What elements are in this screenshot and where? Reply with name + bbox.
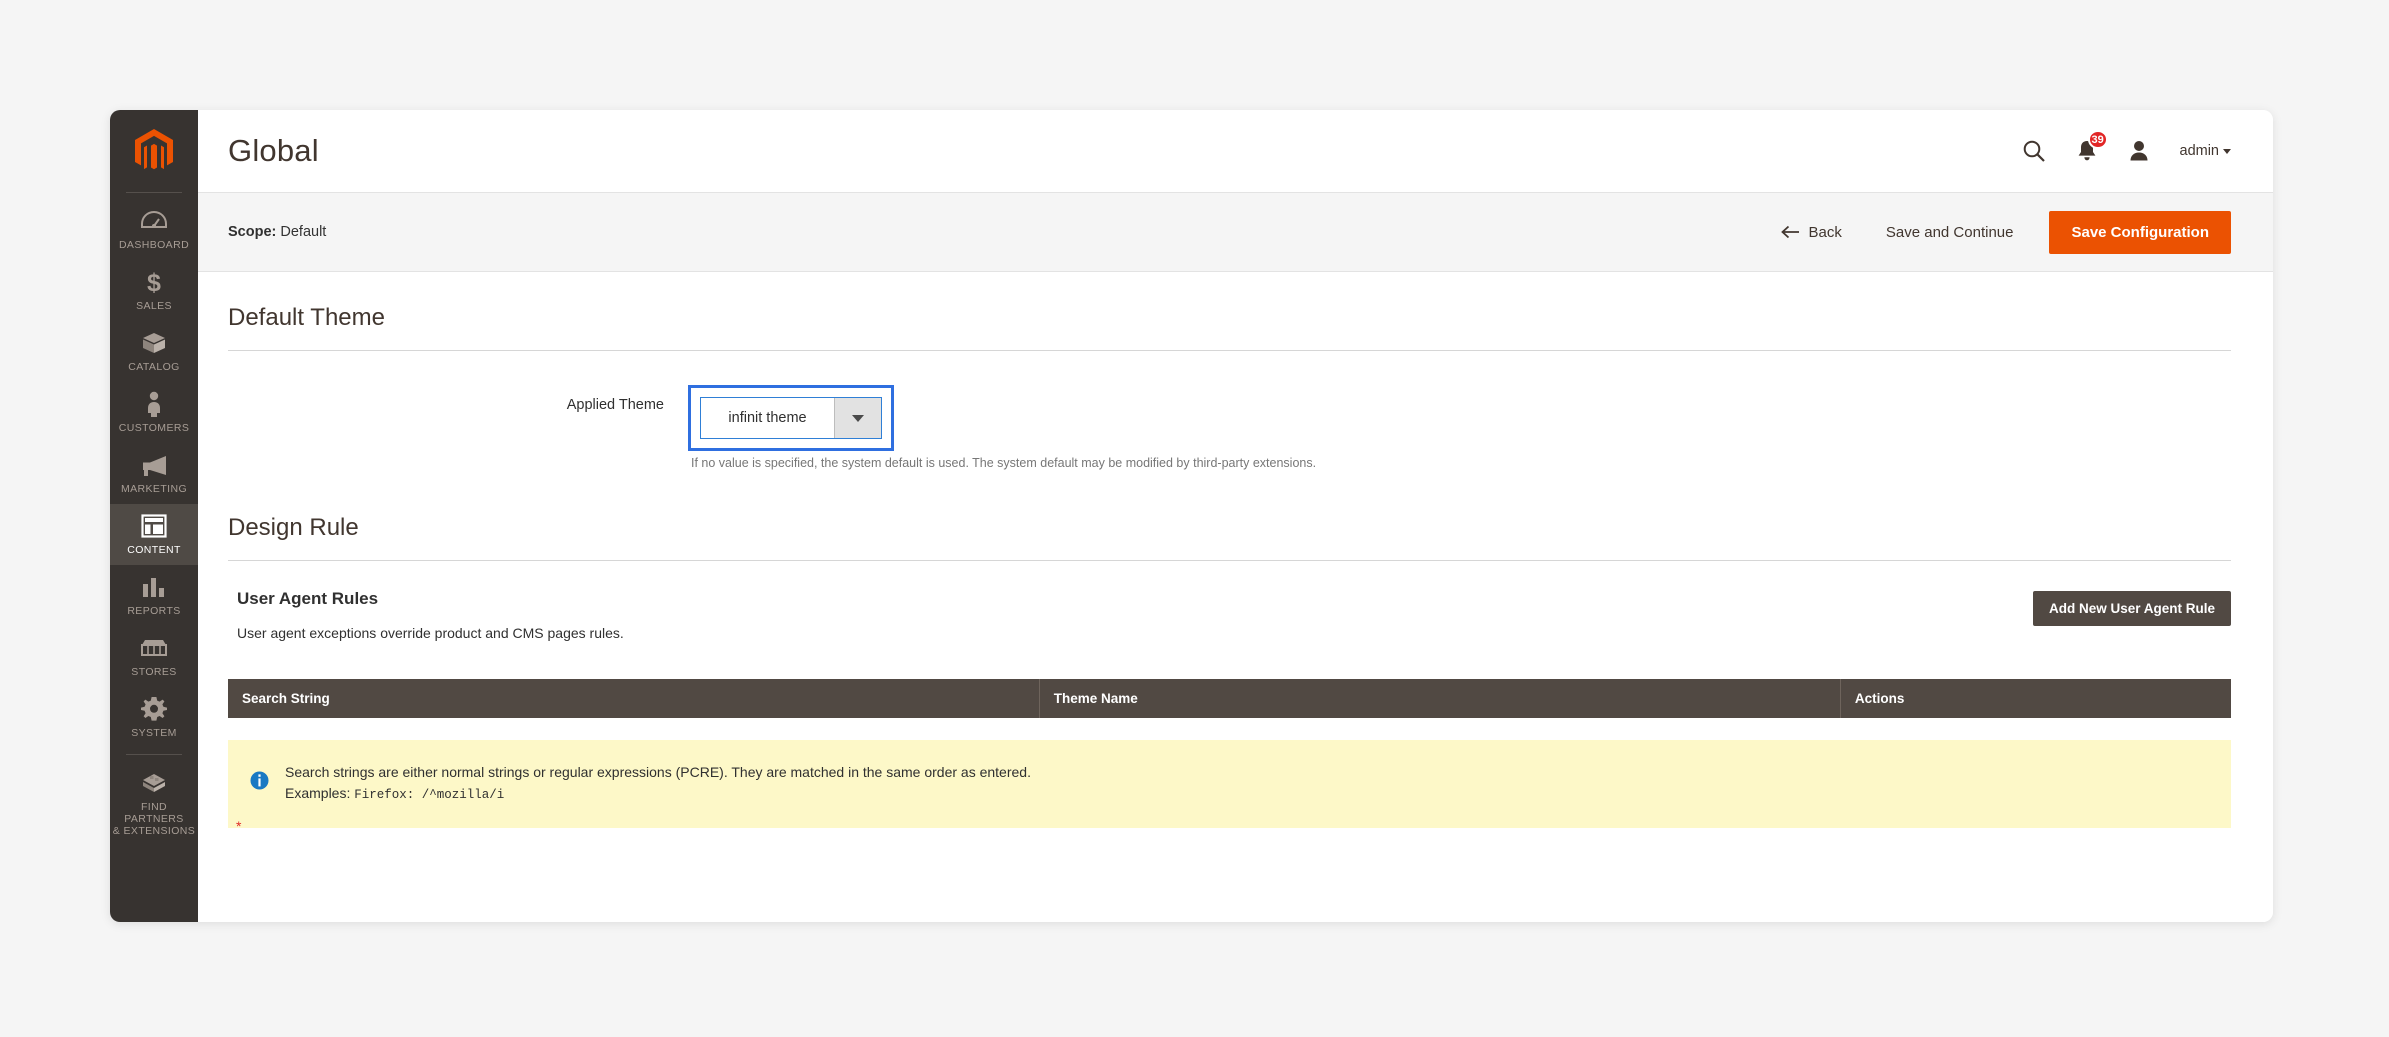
person-icon [145, 391, 163, 417]
sidebar-divider-top [126, 192, 182, 193]
user-agent-rules-description: User agent exceptions override product a… [237, 625, 624, 641]
save-configuration-button[interactable]: Save Configuration [2049, 210, 2231, 254]
table-header-row: Search String Theme Name Actions [228, 679, 2231, 718]
sidebar-item-sales[interactable]: $ SALES [110, 260, 198, 321]
admin-window: DASHBOARD $ SALES CATALOG CUSTOMERS MARK… [110, 110, 2273, 922]
scope-indicator: Scope: Default [228, 224, 326, 240]
scope-action-bar: Scope: Default Back Save and Continue Sa… [198, 192, 2273, 272]
sidebar-item-label: STORES [131, 666, 177, 678]
layout-icon [141, 513, 167, 539]
notice-line-1: Search strings are either normal strings… [285, 764, 1031, 780]
magento-logo[interactable] [110, 110, 198, 192]
sidebar-item-customers[interactable]: CUSTOMERS [110, 382, 198, 443]
column-header-actions: Actions [1840, 679, 2231, 718]
column-header-search-string[interactable]: Search String [228, 679, 1040, 718]
megaphone-icon [140, 452, 168, 478]
notice-text: Search strings are either normal strings… [285, 762, 1031, 806]
notice-examples-label: Examples: [285, 785, 351, 801]
storefront-icon [140, 635, 168, 661]
notice-example-code: Firefox: /^mozilla/i [354, 788, 505, 802]
user-agent-rules-table: Search String Theme Name Actions [228, 679, 2231, 718]
header-actions: 39 admin [2022, 130, 2231, 163]
admin-username: admin [2179, 143, 2220, 159]
applied-theme-note: If no value is specified, the system def… [691, 456, 1317, 470]
scope-value: Default [280, 224, 327, 240]
sidebar-item-label: CATALOG [128, 361, 180, 373]
sidebar-item-reports[interactable]: REPORTS [110, 565, 198, 626]
gear-icon [141, 696, 167, 722]
arrow-left-icon [1780, 225, 1799, 239]
search-icon[interactable] [2022, 139, 2046, 163]
page-title: Global [228, 133, 319, 168]
sidebar-item-label: CUSTOMERS [118, 422, 190, 434]
sidebar-item-find-partners[interactable]: FIND PARTNERS & EXTENSIONS [110, 761, 198, 846]
applied-theme-selected-value: infinit theme [728, 410, 807, 426]
sidebar-item-label: DASHBOARD [118, 239, 190, 251]
dashboard-icon [141, 208, 167, 234]
chevron-down-icon [2223, 148, 2231, 154]
box-icon [141, 330, 167, 356]
sidebar: DASHBOARD $ SALES CATALOG CUSTOMERS MARK… [110, 110, 198, 922]
dollar-icon: $ [144, 269, 164, 295]
default-theme-section-title: Default Theme [228, 272, 2231, 351]
sidebar-divider-bottom [126, 754, 182, 755]
sidebar-item-label: MARKETING [120, 483, 188, 495]
page-header: Global 39 admin [198, 110, 2273, 192]
save-and-continue-button[interactable]: Save and Continue [1864, 224, 2036, 241]
design-rule-section-title: Design Rule [228, 470, 2231, 561]
applied-theme-focus-highlight: infinit theme [688, 385, 894, 451]
applied-theme-select[interactable]: infinit theme [700, 397, 882, 439]
sidebar-item-catalog[interactable]: CATALOG [110, 321, 198, 382]
sidebar-item-label: SALES [136, 300, 172, 312]
notifications-bell[interactable]: 39 [2076, 130, 2108, 163]
sidebar-item-label: CONTENT [127, 544, 181, 556]
sidebar-item-label: REPORTS [127, 605, 181, 617]
add-new-user-agent-rule-button[interactable]: Add New User Agent Rule [2032, 591, 2231, 626]
required-field-marker: * [236, 818, 242, 834]
applied-theme-control: infinit theme If no value is specified, … [688, 385, 1316, 470]
back-button[interactable]: Back [1759, 224, 1864, 241]
svg-text:$: $ [147, 269, 161, 295]
user-agent-rules-block: User Agent Rules User agent exceptions o… [228, 561, 2231, 834]
applied-theme-label: Applied Theme [566, 397, 664, 413]
sidebar-item-label: SYSTEM [131, 727, 177, 739]
info-icon [250, 771, 269, 795]
config-content: Default Theme Applied Theme infinit them… [198, 272, 2273, 922]
back-label: Back [1808, 223, 1842, 241]
sidebar-item-content[interactable]: CONTENT [110, 504, 198, 565]
user-icon[interactable] [2128, 139, 2150, 163]
main-area: Global 39 admin Scope: Default Back Save… [198, 110, 2273, 922]
primary-actions: Back Save and Continue Save Configuratio… [1759, 210, 2231, 254]
applied-theme-field-row: Applied Theme infinit theme If no value … [228, 351, 2231, 470]
magento-logo-icon [135, 129, 173, 170]
sidebar-item-label: FIND PARTNERS & EXTENSIONS [112, 801, 196, 837]
column-header-theme-name[interactable]: Theme Name [1039, 679, 1841, 718]
extensions-icon [141, 770, 167, 796]
search-string-notice: Search strings are either normal strings… [228, 740, 2231, 828]
sidebar-item-system[interactable]: SYSTEM [110, 687, 198, 748]
sidebar-item-stores[interactable]: STORES [110, 626, 198, 687]
sidebar-item-dashboard[interactable]: DASHBOARD [110, 199, 198, 260]
notification-count-badge: 39 [2087, 130, 2108, 149]
chevron-down-icon[interactable] [834, 398, 881, 438]
sidebar-item-marketing[interactable]: MARKETING [110, 443, 198, 504]
scope-label: Scope: [228, 224, 277, 240]
bar-chart-icon [141, 574, 167, 600]
admin-menu-button[interactable]: admin [2179, 143, 2231, 159]
notice-line-2: Examples: Firefox: /^mozilla/i [285, 783, 1031, 806]
user-agent-rules-title: User Agent Rules [237, 589, 379, 608]
